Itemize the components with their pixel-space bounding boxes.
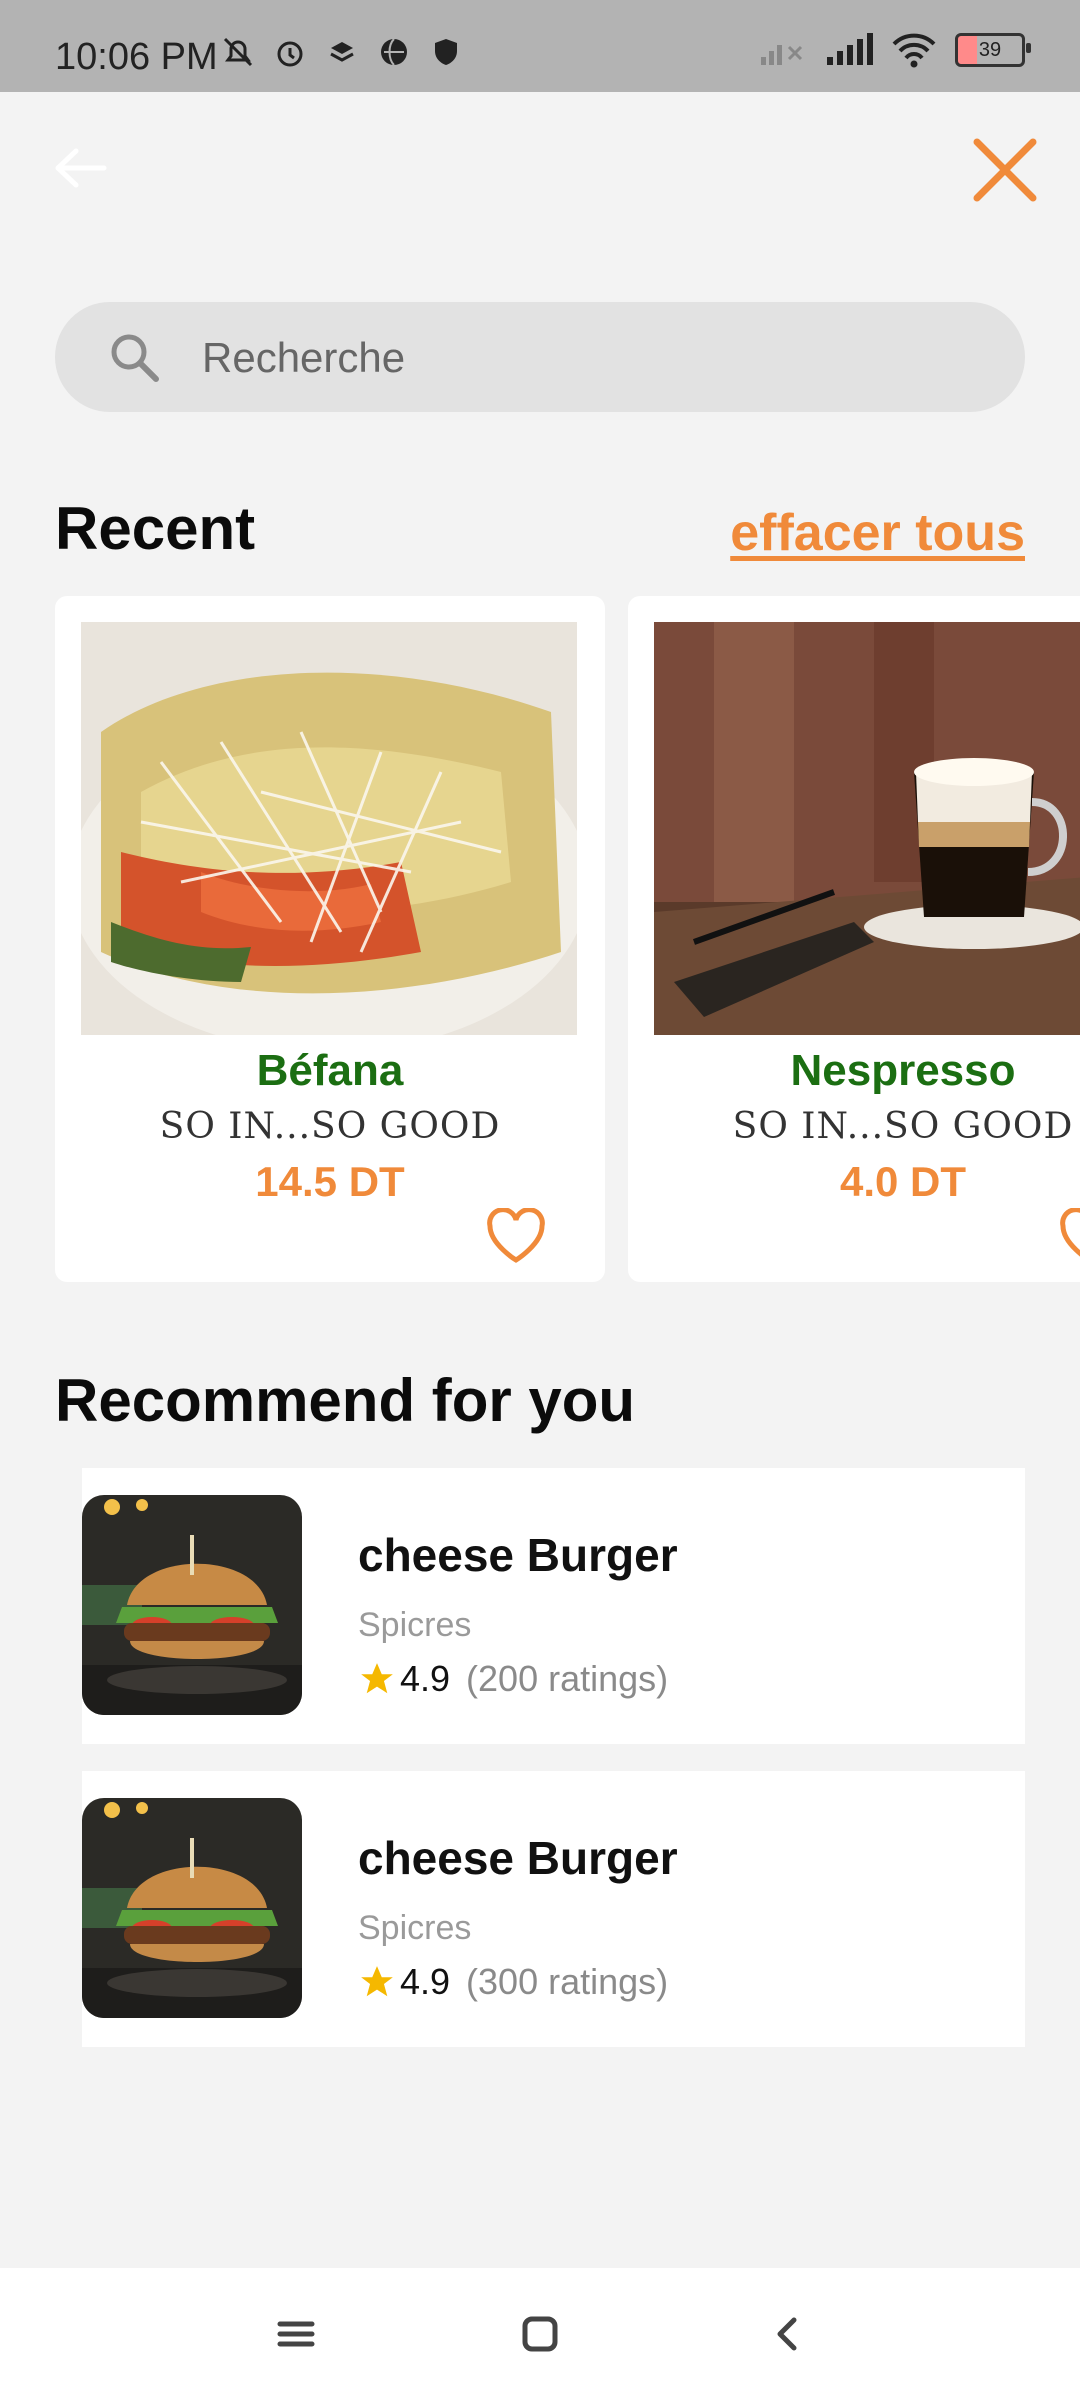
rating-score: 4.9 — [400, 1658, 451, 1699]
rating-count: (300 ratings) — [466, 1961, 669, 2002]
recommend-item-title: cheese Burger — [358, 1529, 678, 1581]
burger-photo — [82, 1798, 302, 2018]
favorite-heart-icon[interactable] — [485, 1207, 547, 1264]
recommend-item-rating: 4.9 (300 ratings) — [358, 1961, 668, 2003]
recommend-item-title: cheese Burger — [358, 1832, 678, 1884]
signal-off-icon — [761, 45, 803, 65]
recent-title: Recent — [55, 495, 256, 562]
status-icons-right: 39 — [759, 32, 1031, 68]
battery-icon: 39 — [955, 33, 1031, 67]
recent-card[interactable]: Nespresso SO IN...SO GOOD 4.0 DT — [628, 596, 1080, 1282]
status-time: 10:06 PM — [55, 36, 218, 78]
recommend-title: Recommend for you — [55, 1367, 636, 1434]
recommend-item-subtitle: Spicres — [358, 1909, 472, 1947]
recommend-list-item[interactable]: cheese Burger Spicres 4.9 (200 ratings) — [82, 1468, 1025, 1744]
recommend-item-rating: 4.9 (200 ratings) — [358, 1658, 668, 1700]
close-icon[interactable] — [970, 135, 1040, 205]
recent-carousel[interactable]: Béfana SO IN...SO GOOD 14.5 DT Nespresso… — [55, 596, 1080, 1282]
star-icon — [361, 1663, 393, 1694]
coffee-photo — [654, 622, 1080, 1035]
recommend-item-subtitle: Spicres — [358, 1606, 472, 1644]
recent-item-price: 14.5 DT — [255, 1158, 405, 1205]
menu-icon[interactable] — [274, 2312, 318, 2356]
back-icon[interactable] — [766, 2312, 810, 2356]
recent-item-name: Nespresso — [790, 1046, 1016, 1095]
burger-photo — [82, 1495, 302, 1715]
search-icon — [107, 330, 161, 384]
shield-icon — [428, 34, 464, 70]
browser-icon — [376, 34, 412, 70]
alarm-icon — [272, 34, 308, 70]
status-bar: 10:06 PM 39 — [0, 0, 1080, 92]
recent-item-price: 4.0 DT — [839, 1158, 967, 1205]
status-icons-left — [220, 34, 464, 70]
recent-card[interactable]: Béfana SO IN...SO GOOD 14.5 DT — [55, 596, 605, 1282]
search-input[interactable] — [200, 327, 984, 389]
wifi-icon — [892, 33, 936, 68]
recent-item-slogan: SO IN...SO GOOD — [159, 1106, 501, 1147]
omelette-photo — [81, 622, 577, 1035]
star-icon — [361, 1966, 393, 1997]
recommend-list-item[interactable]: cheese Burger Spicres 4.9 (300 ratings) — [82, 1771, 1025, 2047]
recent-item-slogan: SO IN...SO GOOD — [732, 1106, 1074, 1147]
home-icon[interactable] — [518, 2312, 562, 2356]
search-bar[interactable] — [55, 302, 1025, 412]
recent-item-name: Béfana — [256, 1046, 404, 1095]
stack-icon — [324, 34, 360, 70]
signal-icon — [827, 33, 873, 65]
rating-score: 4.9 — [400, 1961, 451, 2002]
muted-alarm-icon — [220, 34, 256, 70]
rating-count: (200 ratings) — [466, 1658, 669, 1699]
favorite-heart-icon[interactable] — [1058, 1207, 1080, 1264]
clear-all-link[interactable]: effacer tous — [730, 503, 1025, 563]
battery-level: 39 — [978, 38, 1002, 61]
system-nav-bar — [0, 2268, 1080, 2400]
back-arrow-icon[interactable] — [52, 145, 108, 191]
